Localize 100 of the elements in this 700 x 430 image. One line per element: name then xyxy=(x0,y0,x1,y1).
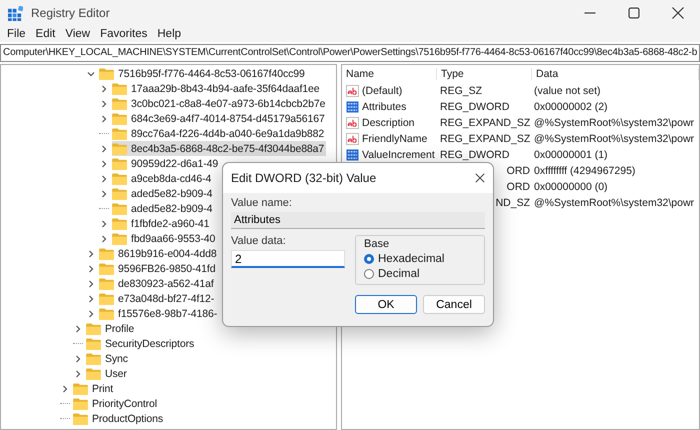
chevron-right-icon[interactable] xyxy=(99,158,109,168)
tree-item[interactable]: Print xyxy=(73,381,116,396)
tree-item[interactable]: de830923-a562-41af xyxy=(99,276,216,291)
folder-icon xyxy=(112,202,127,214)
folder-icon xyxy=(112,112,127,124)
folder-icon xyxy=(112,172,127,184)
tree-item[interactable]: Profile xyxy=(86,321,136,336)
binary-value-icon xyxy=(346,101,359,113)
chevron-right-icon[interactable] xyxy=(73,324,83,334)
tree-item[interactable]: 9596FB26-9850-41fd xyxy=(99,261,218,276)
folder-icon xyxy=(73,412,88,424)
value-name: Attributes xyxy=(362,101,406,113)
tree-item[interactable]: 7516b95f-f776-4464-8c53-06167f40cc99 xyxy=(99,66,307,81)
tree-item[interactable]: 684c3e69-a4f7-4014-8754-d45179a56167 xyxy=(112,111,327,126)
tree-item[interactable]: PriorityControl xyxy=(73,396,160,411)
value-data: 0x00000000 (0) xyxy=(533,181,609,193)
menu-item[interactable]: Favorites xyxy=(95,28,152,40)
value-data-field[interactable]: 2 xyxy=(231,250,345,268)
value-type: ORD xyxy=(506,165,530,177)
dialog-button[interactable]: Cancel xyxy=(423,295,485,314)
value-data: 0x00000001 (1) xyxy=(533,149,609,161)
value-data: (value not set) xyxy=(533,85,602,97)
folder-icon xyxy=(99,308,114,320)
radio-option[interactable]: Hexadecimal xyxy=(364,251,476,266)
chevron-right-icon[interactable] xyxy=(99,174,109,184)
value-data-label: Value data: xyxy=(231,235,287,247)
tree-item[interactable]: User xyxy=(86,366,129,381)
column-header[interactable]: Type xyxy=(437,68,532,80)
column-header[interactable]: Name xyxy=(342,68,437,80)
tree-item[interactable]: 89cc76a4-f226-4d4b-a040-6e9a1da9b882 xyxy=(112,126,326,141)
tree-item[interactable]: Sync xyxy=(86,351,130,366)
folder-icon xyxy=(112,82,127,94)
folder-icon xyxy=(86,368,101,380)
chevron-right-icon[interactable] xyxy=(86,278,96,288)
tree-item[interactable]: aded5e82-b909-4 xyxy=(112,186,214,201)
folder-icon xyxy=(99,248,114,260)
menu-item[interactable]: File xyxy=(2,28,31,40)
folder-icon xyxy=(112,128,127,140)
tree-item[interactable]: 8619b916-e004-4dd8 xyxy=(99,246,219,261)
registry-editor-icon xyxy=(8,6,23,20)
value-type: REG_EXPAND_SZ xyxy=(439,117,530,129)
chevron-right-icon[interactable] xyxy=(86,264,96,274)
tree-item[interactable]: f1fbfde2-a960-41 xyxy=(112,216,212,231)
value-data: @%SystemRoot%\system32\powr xyxy=(533,133,696,145)
value-name: (Default) xyxy=(362,85,402,97)
column-header[interactable]: Data xyxy=(532,68,699,80)
chevron-right-icon[interactable] xyxy=(73,368,83,378)
folder-icon xyxy=(112,142,127,154)
value-data: 0x00000002 (2) xyxy=(533,101,609,113)
string-value-icon xyxy=(346,85,359,97)
menu-item[interactable]: View xyxy=(60,28,96,40)
chevron-right-icon[interactable] xyxy=(99,84,109,94)
tree-item[interactable]: f15576e8-98b7-4186- xyxy=(99,306,220,321)
tree-item[interactable]: a9ceb8da-cd46-4 xyxy=(112,171,214,186)
folder-icon xyxy=(112,98,127,110)
tree-item[interactable]: SecurityDescriptors xyxy=(86,336,196,351)
value-name-label: Value name: xyxy=(231,197,293,209)
tree-item[interactable]: aded5e82-b909-4 xyxy=(112,201,214,216)
chevron-right-icon[interactable] xyxy=(99,188,109,198)
value-type: REG_EXPAND_SZ xyxy=(439,133,530,145)
chevron-right-icon[interactable] xyxy=(86,308,96,318)
string-value-icon xyxy=(346,133,359,145)
dialog-button[interactable]: OK xyxy=(355,295,417,314)
tree-item[interactable]: ProductOptions xyxy=(73,411,165,426)
tree-item[interactable]: e73a048d-bf27-4f12- xyxy=(99,291,216,306)
window-title: Registry Editor xyxy=(31,6,110,20)
chevron-right-icon[interactable] xyxy=(60,384,70,394)
chevron-right-icon[interactable] xyxy=(99,234,109,244)
chevron-right-icon[interactable] xyxy=(99,144,109,154)
tree-item[interactable]: 90959d22-d6a1-49 xyxy=(112,156,220,171)
value-name: FriendlyName xyxy=(362,133,428,145)
tree-item[interactable]: 3c0bc021-c8a8-4e07-a973-6b14cbcb2b7e xyxy=(112,96,328,111)
menu-item[interactable]: Edit xyxy=(30,28,60,40)
value-data: @%SystemRoot%\system32\powr xyxy=(533,197,696,209)
chevron-right-icon[interactable] xyxy=(73,354,83,364)
value-type: ORD xyxy=(506,181,530,193)
value-type: REG_DWORD xyxy=(439,149,510,161)
folder-icon xyxy=(112,218,127,230)
folder-icon xyxy=(99,292,114,304)
chevron-right-icon[interactable] xyxy=(99,98,109,108)
chevron-right-icon[interactable] xyxy=(99,218,109,228)
address-field[interactable]: Computer\HKEY_LOCAL_MACHINE\SYSTEM\CurrentControlSet\Control\Power\PowerSettings\7516b95f-f776-4464-8c53-06167f40cc99\8ec4b3a5-6868-48c2-b xyxy=(0,44,700,62)
chevron-right-icon[interactable] xyxy=(86,294,96,304)
value-name-field[interactable]: Attributes xyxy=(231,212,485,229)
tree-item[interactable]: fbd9aa66-9553-40 xyxy=(112,231,218,246)
folder-icon xyxy=(99,278,114,290)
close-icon[interactable] xyxy=(475,173,485,183)
string-value-icon xyxy=(346,117,359,129)
folder-icon xyxy=(112,232,127,244)
folder-icon xyxy=(112,158,127,170)
value-type: REG_DWORD xyxy=(439,101,510,113)
radio-option[interactable]: Decimal xyxy=(364,266,476,281)
chevron-right-icon[interactable] xyxy=(99,114,109,124)
folder-icon xyxy=(86,352,101,364)
folder-icon xyxy=(112,188,127,200)
tree-item[interactable]: 17aaa29b-8b43-4b94-aafe-35f64daaf1ee xyxy=(112,81,322,96)
binary-value-icon xyxy=(346,149,359,161)
chevron-right-icon[interactable] xyxy=(86,248,96,258)
menu-item[interactable]: Help xyxy=(152,28,186,40)
tree-item[interactable]: 8ec4b3a5-6868-48c2-be75-4f3044be88a7 xyxy=(112,141,326,156)
